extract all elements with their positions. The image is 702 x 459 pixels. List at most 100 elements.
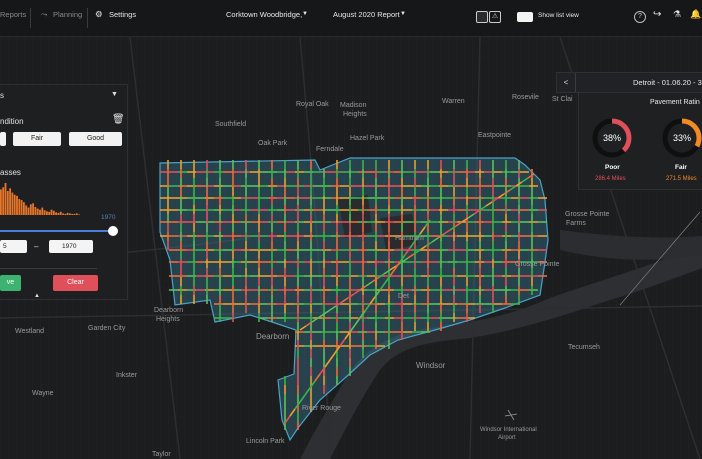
histogram-bar	[62, 213, 64, 215]
rating-panel: < Detroit - 01.06.20 - 31 Pavement Ratin…	[556, 72, 702, 190]
histogram-bar	[39, 209, 41, 215]
list-view-toggle[interactable]	[517, 12, 533, 22]
warning-icon[interactable]: ⚠	[489, 11, 501, 23]
divider	[30, 8, 31, 28]
histogram-bar	[66, 212, 69, 215]
label-airport-2: Airport	[498, 435, 516, 441]
share-icon[interactable]: ↪	[653, 9, 661, 20]
chevron-down-icon[interactable]: ▼	[302, 11, 308, 17]
fair-percentage: 33%	[673, 133, 691, 143]
histogram-bar	[57, 212, 60, 215]
condition-label: ndition	[0, 117, 24, 126]
condition-fair-button[interactable]: Fair	[13, 132, 61, 146]
top-bar: Reports ⤳ Planning ⚙ Settings Corktown W…	[0, 0, 702, 37]
label-westland: Westland	[15, 328, 44, 335]
year-from-input[interactable]: 5	[0, 240, 27, 253]
year-slider-track[interactable]	[0, 230, 113, 232]
label-taylor: Taylor	[152, 451, 171, 458]
label-river-rouge: River Rouge	[302, 405, 341, 412]
histogram-bar	[50, 209, 53, 215]
histogram-bar	[64, 213, 67, 215]
label-warren: Warren	[442, 98, 465, 105]
poor-miles: 286.4 Miles	[595, 176, 626, 182]
label-grosse-pointe-park: Grosse Pointe	[515, 261, 559, 268]
collapse-up-icon[interactable]: ▲	[34, 293, 40, 299]
poor-percentage: 38%	[603, 133, 621, 143]
histogram-bar	[13, 194, 16, 215]
label-grosse-pointe-farms: Grosse Pointe	[565, 211, 609, 218]
histogram-bar	[16, 195, 18, 215]
label-madison-heights: Madison	[340, 102, 367, 109]
label-tecumseh: Tecumseh	[568, 344, 600, 351]
condition-poor-button[interactable]	[0, 132, 6, 146]
condition-good-button[interactable]: Good	[69, 132, 122, 146]
label-windsor: Windsor	[416, 361, 446, 370]
panel-collapse-button[interactable]: <	[557, 73, 576, 92]
range-dash: –	[34, 242, 39, 251]
histogram-bar	[73, 213, 76, 215]
gear-icon: ⚙	[95, 9, 103, 19]
histogram-bar	[46, 211, 48, 215]
year-to-input[interactable]: 1970	[49, 240, 93, 253]
chevron-down-icon[interactable]: ▼	[400, 11, 406, 17]
divider	[0, 268, 97, 269]
road-view-icon[interactable]	[476, 11, 488, 23]
label-ferndale: Ferndale	[316, 146, 344, 153]
label-airport: Windsor International	[480, 427, 537, 433]
label-southfield: Southfield	[215, 121, 246, 128]
label-grosse-pointe-farms-2: Farms	[566, 220, 586, 227]
location-select[interactable]: Corktown Woodbridge,	[226, 10, 302, 19]
nav-reports[interactable]: Reports	[0, 10, 26, 19]
histogram-bar	[0, 189, 2, 215]
label-eastpointe: Eastpointe	[478, 132, 511, 139]
histogram-bar	[32, 203, 34, 215]
report-select[interactable]: August 2020 Report	[333, 10, 400, 19]
rating-panel-header: < Detroit - 01.06.20 - 31	[556, 72, 702, 93]
clear-button[interactable]: Clear	[53, 275, 98, 291]
year-slider-handle[interactable]	[108, 226, 118, 236]
trash-icon[interactable]: 🗑	[112, 114, 125, 125]
histogram-bar	[6, 191, 9, 215]
poor-label: Poor	[605, 164, 620, 171]
help-icon[interactable]: ?	[634, 11, 646, 23]
filter-panel: s ▼ ndition 🗑 Fair Good asses 1970 5 – 1…	[0, 84, 128, 300]
histogram-bar	[48, 211, 51, 215]
histogram-bar	[4, 183, 7, 215]
label-dearborn-heights: Dearborn	[154, 307, 183, 314]
label-dearborn-heights-2: Heights	[156, 316, 180, 323]
filter-icon[interactable]: ⚗	[673, 9, 681, 20]
planning-icon: ⤳	[41, 10, 48, 19]
histogram-bar	[69, 213, 71, 215]
histogram-bar	[78, 214, 80, 215]
histogram-bar	[25, 205, 28, 215]
histogram-bar	[27, 207, 30, 215]
histogram-bar	[9, 188, 11, 215]
label-inkster: Inkster	[116, 372, 138, 379]
label-roseville: Rosevile	[512, 94, 539, 101]
poor-donut: 38%	[592, 118, 632, 158]
label-garden-city: Garden City	[88, 325, 126, 332]
label-oak-park: Oak Park	[258, 140, 288, 147]
histogram-bar	[2, 187, 5, 215]
apply-button[interactable]: ve	[0, 275, 21, 291]
label-dearborn: Dearborn	[256, 332, 289, 341]
histogram-bar	[55, 212, 57, 215]
divider	[87, 8, 88, 28]
histogram-bar	[71, 213, 74, 215]
panel-date-range: Detroit - 01.06.20 - 31	[633, 78, 702, 87]
slider-max-label: 1970	[101, 214, 116, 221]
year-histogram	[0, 183, 80, 215]
histogram-bar	[29, 204, 32, 215]
histogram-bar	[59, 211, 62, 215]
label-madison-heights-2: Heights	[343, 111, 367, 118]
collapse-arrow-icon[interactable]: ▼	[111, 91, 118, 98]
nav-planning[interactable]: Planning	[53, 10, 82, 19]
fair-label: Fair	[675, 164, 687, 171]
label-lincoln-park: Lincoln Park	[246, 438, 285, 445]
pavement-rating-card: Pavement Ratin 38% Poor 286.4 Miles 33% …	[578, 93, 702, 190]
nav-settings[interactable]: Settings	[109, 10, 136, 19]
bell-icon[interactable]: 🔔	[690, 9, 701, 20]
histogram-bar	[75, 213, 78, 215]
classes-label: asses	[0, 168, 21, 177]
histogram-bar	[34, 207, 37, 215]
